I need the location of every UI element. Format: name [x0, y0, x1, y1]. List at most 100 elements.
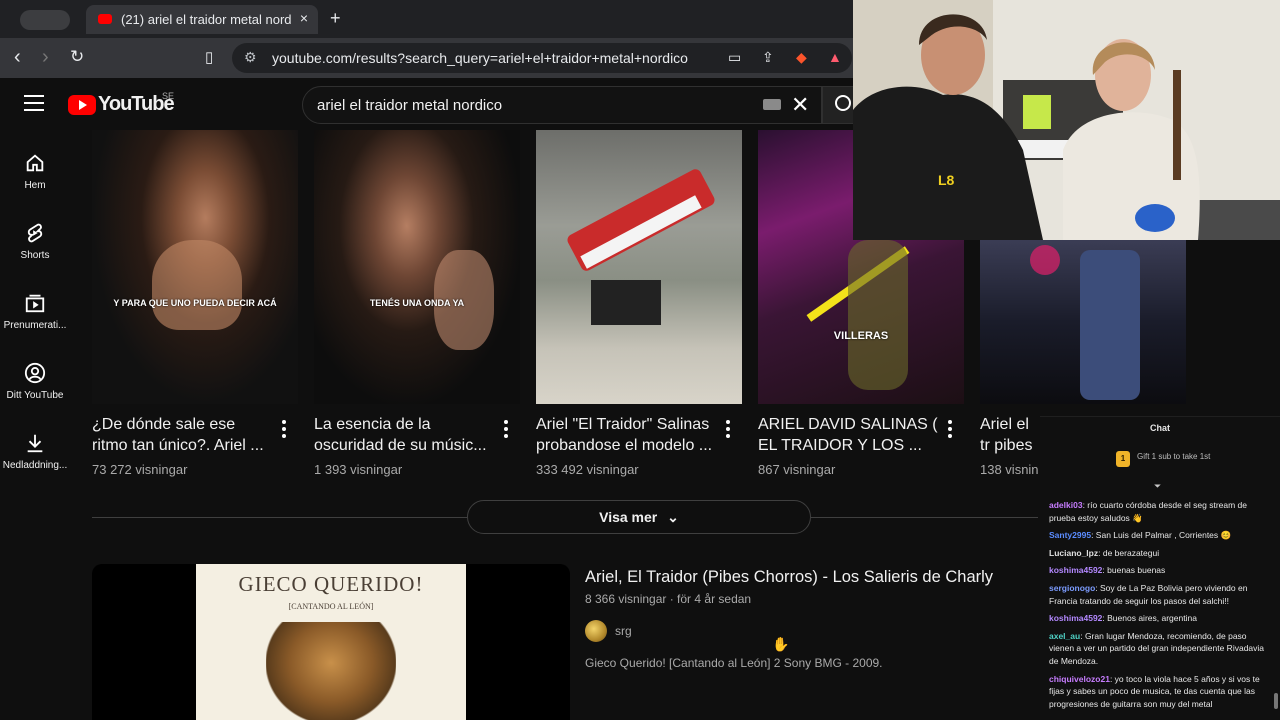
- short-thumbnail[interactable]: Y PARA QUE UNO PUEDA DECIR ACÁ: [92, 130, 298, 404]
- chat-username[interactable]: koshima4592: [1049, 565, 1102, 575]
- short-item[interactable]: Y PARA QUE UNO PUEDA DECIR ACÁ ¿De dónde…: [92, 130, 298, 477]
- short-views: 333 492 visningar: [536, 462, 639, 477]
- video-description: Gieco Querido! [Cantando al León] 2 Sony…: [585, 656, 883, 670]
- chat-username[interactable]: sergionogo: [1049, 583, 1095, 593]
- mouse-cursor-icon: ✋: [772, 636, 790, 652]
- jersey-number: L8: [938, 172, 955, 188]
- chat-scrollbar[interactable]: [1274, 693, 1278, 709]
- sidebar-item-label: Ditt YouTube: [6, 390, 64, 401]
- share-icon[interactable]: ⇪: [762, 49, 774, 66]
- new-tab-button[interactable]: +: [330, 8, 341, 29]
- short-title[interactable]: Ariel "El Traidor" Salinas probandose el…: [536, 414, 716, 456]
- chat-username[interactable]: adelki03: [1049, 500, 1083, 510]
- short-item[interactable]: Ariel "El Traidor" Salinas probandose el…: [536, 130, 742, 477]
- gift-sub-text[interactable]: Gift 1 sub to take 1st: [1137, 452, 1210, 461]
- show-more-label: Visa mer: [599, 509, 658, 525]
- sidebar-item-label: Hem: [24, 180, 46, 191]
- short-thumbnail[interactable]: TENÉS UNA ONDA YA: [314, 130, 520, 404]
- back-arrow-icon[interactable]: ‹: [14, 46, 21, 69]
- sidebar-item-downloads[interactable]: Nedladdning...: [0, 432, 70, 471]
- short-caption: Y PARA QUE UNO PUEDA DECIR ACÁ: [113, 298, 277, 308]
- sidebar-item-subscriptions[interactable]: Prenumerati...: [0, 292, 70, 331]
- short-caption: TENÉS UNA ONDA YA: [369, 298, 465, 308]
- clear-search-icon[interactable]: ✕: [791, 92, 809, 118]
- cast-icon[interactable]: ▭: [728, 49, 741, 66]
- more-options-icon[interactable]: [282, 420, 286, 441]
- sidebar-item-label: Nedladdning...: [2, 460, 68, 471]
- chat-message: adelki03: río cuarto córdoba desde el se…: [1049, 500, 1247, 523]
- sidebar-item-shorts[interactable]: Shorts: [0, 222, 70, 261]
- window-controls[interactable]: [20, 10, 70, 30]
- chat-message: Luciano_lpz: de berazategui: [1049, 547, 1160, 558]
- chat-username[interactable]: Santy2995: [1049, 530, 1091, 540]
- chat-text: Gran lugar Mendoza, recomiendo, de paso …: [1049, 630, 1265, 666]
- webcam-scene: L8: [853, 0, 1280, 240]
- channel-avatar[interactable]: [585, 620, 607, 642]
- chat-username[interactable]: chiquivelozo21: [1049, 674, 1110, 684]
- chat-message: axel_au: Gran lugar Mendoza, recomiendo,…: [1049, 630, 1265, 666]
- tab-close-icon[interactable]: ×: [300, 10, 308, 26]
- chat-message: chiquivelozo21: yo toco la viola hace 5 …: [1049, 673, 1260, 709]
- video-title[interactable]: Ariel, El Traidor (Pibes Chorros) - Los …: [585, 568, 993, 587]
- youtube-logo[interactable]: YouTube SE: [68, 91, 175, 116]
- sidebar-item-label: Shorts: [20, 250, 50, 261]
- youtube-header: YouTube SE ariel el traidor metal nordic…: [0, 78, 860, 130]
- reload-icon[interactable]: ↻: [70, 47, 84, 67]
- shorts-icon: [27, 223, 43, 243]
- album-cover-title: GIECO QUERIDO!: [238, 572, 424, 596]
- bookmark-icon[interactable]: ▯: [205, 48, 213, 66]
- home-icon: [26, 154, 44, 172]
- more-options-icon[interactable]: [504, 420, 508, 441]
- short-title[interactable]: ¿De dónde sale ese ritmo tan único?. Ari…: [92, 414, 272, 456]
- browser-tab-youtube[interactable]: (21) ariel el traidor metal nordico - Yo…: [86, 5, 318, 34]
- short-views: 867 visningar: [758, 462, 836, 477]
- brave-rewards-icon[interactable]: ▲: [828, 49, 842, 65]
- chat-message: Santy2995: San Luis del Palmar , Corrien…: [1049, 530, 1232, 541]
- chat-message: sergionogo: Soy de La Paz Bolivia pero v…: [1049, 582, 1248, 606]
- sidebar-item-home[interactable]: Hem: [0, 152, 70, 191]
- video-thumbnail[interactable]: GIECO QUERIDO! [CANTANDO AL LEÓN]: [92, 564, 570, 720]
- chat-header: Chat: [1150, 423, 1170, 433]
- short-title[interactable]: La esencia de la oscuridad de su músic..…: [314, 414, 494, 456]
- short-title[interactable]: ARIEL DAVID SALINAS ( EL TRAIDOR Y LOS .…: [758, 414, 938, 456]
- chat-text: de berazategui: [1102, 547, 1160, 558]
- more-options-icon[interactable]: [726, 420, 730, 441]
- country-code: SE: [162, 91, 175, 101]
- chat-message: koshima4592: Buenos aires, argentina: [1049, 613, 1197, 624]
- site-settings-icon[interactable]: ⚙: [244, 49, 257, 66]
- short-title[interactable]: Ariel el tr pibes 🎤: [980, 414, 1040, 456]
- short-thumbnail[interactable]: [536, 130, 742, 404]
- chat-messages: adelki03: río cuarto córdoba desde el se…: [1049, 499, 1273, 715]
- download-icon: [27, 434, 43, 453]
- short-caption: VILLERAS: [833, 330, 889, 342]
- show-more-button[interactable]: Visa mer ⌄: [467, 500, 811, 534]
- url-text: youtube.com/results?search_query=ariel+e…: [272, 50, 688, 66]
- more-options-icon[interactable]: [948, 420, 952, 441]
- search-input[interactable]: ariel el traidor metal nordico: [317, 97, 502, 114]
- chat-username[interactable]: axel_au: [1049, 631, 1080, 641]
- search-icon: [835, 95, 851, 111]
- brave-shield-icon[interactable]: ◆: [796, 49, 807, 66]
- short-views: 73 272 visningar: [92, 462, 188, 477]
- gift-icon[interactable]: 1: [1116, 451, 1130, 467]
- sidebar-item-label: Prenumerati...: [3, 320, 67, 331]
- search-box[interactable]: ariel el traidor metal nordico ✕: [302, 86, 822, 124]
- collapse-icon[interactable]: ⏷: [1154, 481, 1161, 492]
- subscriptions-icon: [25, 294, 45, 313]
- chat-username[interactable]: koshima4592: [1049, 613, 1102, 623]
- address-bar[interactable]: ⚙ youtube.com/results?search_query=ariel…: [232, 43, 852, 73]
- webcam-overlay: L8: [853, 0, 1280, 240]
- sidebar-item-you[interactable]: Ditt YouTube: [0, 362, 70, 401]
- video-result[interactable]: GIECO QUERIDO! [CANTANDO AL LEÓN] Ariel,…: [92, 564, 1042, 720]
- short-item[interactable]: TENÉS UNA ONDA YA La esencia de la oscur…: [314, 130, 520, 477]
- tab-title: (21) ariel el traidor metal nordico - Yo…: [121, 12, 291, 27]
- lion-illustration: [266, 622, 396, 720]
- menu-icon[interactable]: [24, 95, 44, 111]
- forward-arrow-icon[interactable]: ›: [42, 46, 49, 69]
- channel-name[interactable]: srg: [615, 624, 632, 638]
- chat-text: San Luis del Palmar , Corrientes 😊: [1095, 530, 1232, 541]
- keyboard-icon[interactable]: [763, 99, 781, 110]
- short-views: 1 393 visningar: [314, 462, 403, 477]
- chat-username[interactable]: Luciano_lpz: [1049, 548, 1098, 558]
- chat-text: buenas buenas: [1107, 565, 1166, 576]
